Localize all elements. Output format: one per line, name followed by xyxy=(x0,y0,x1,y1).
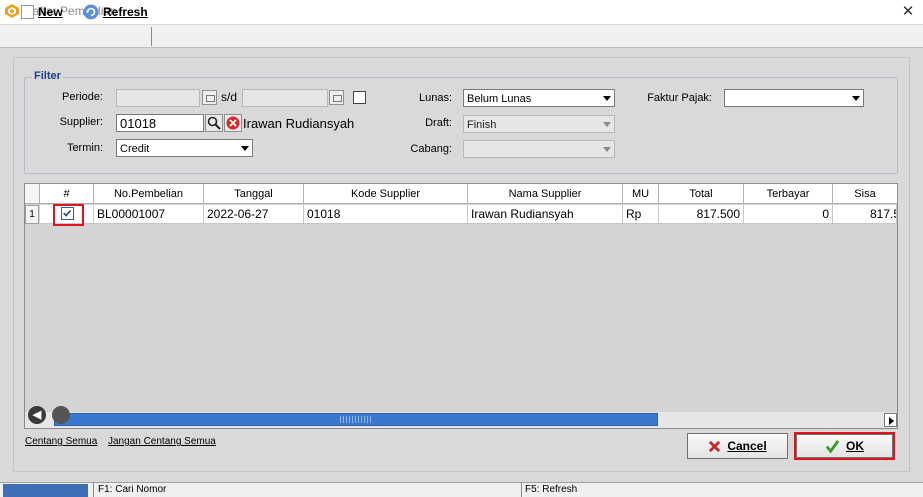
search-icon xyxy=(207,116,221,130)
termin-value: Credit xyxy=(120,143,150,155)
periode-separator: s/d xyxy=(221,90,238,104)
column-header-tanggal[interactable]: Tanggal xyxy=(204,184,304,204)
new-document-icon xyxy=(21,4,34,19)
lunas-label: Lunas: xyxy=(418,92,452,104)
nav-next-icon[interactable] xyxy=(52,406,70,424)
lunas-value: Belum Lunas xyxy=(467,93,532,105)
chevron-down-icon xyxy=(603,122,611,127)
row-indicator[interactable]: 1 xyxy=(25,205,39,224)
termin-select[interactable]: Credit xyxy=(116,139,253,157)
cell-mu[interactable]: Rp xyxy=(623,205,659,224)
cancel-button-label: Cancel xyxy=(727,439,767,453)
clear-icon xyxy=(226,116,240,130)
cancel-x-icon xyxy=(709,440,721,452)
termin-label: Termin: xyxy=(66,142,103,154)
toolbar-separator xyxy=(151,27,152,46)
cell-total[interactable]: 817.500 xyxy=(659,205,744,224)
column-header-terbayar[interactable]: Terbayar xyxy=(744,184,833,204)
nav-prev-icon[interactable]: ◀ xyxy=(28,406,46,424)
cell-nama-supplier[interactable]: Irawan Rudiansyah xyxy=(468,205,623,224)
periode-label: Periode: xyxy=(62,91,103,103)
cell-terbayar[interactable]: 0 xyxy=(744,205,833,224)
supplier-name: Irawan Rudiansyah xyxy=(243,116,355,131)
cabang-label: Cabang: xyxy=(410,143,452,155)
refresh-icon xyxy=(83,4,99,19)
cell-kode-supplier[interactable]: 01018 xyxy=(304,205,468,224)
status-f1: F1: Cari Nomor xyxy=(98,484,167,495)
supplier-clear-button[interactable] xyxy=(224,114,242,132)
toolbar xyxy=(0,25,923,48)
periode-checkbox[interactable] xyxy=(353,91,366,104)
column-header-mu[interactable]: MU xyxy=(623,184,659,204)
chevron-down-icon xyxy=(241,146,249,151)
refresh-button[interactable]: Refresh xyxy=(80,2,151,21)
column-header-sisa[interactable]: Sisa xyxy=(833,184,897,204)
lunas-select[interactable]: Belum Lunas xyxy=(463,89,615,107)
status-separator xyxy=(521,483,522,497)
refresh-button-label: Refresh xyxy=(103,4,148,19)
scroll-right-button[interactable] xyxy=(884,413,897,427)
periode-start-input[interactable] xyxy=(116,89,200,107)
column-header-no-pembelian[interactable]: No.Pembelian xyxy=(94,184,204,204)
ok-button-highlight xyxy=(794,432,895,460)
close-button[interactable]: ✕ xyxy=(895,1,921,23)
status-indicator xyxy=(3,484,88,497)
check-all-link[interactable]: Centang Semua xyxy=(25,436,97,447)
supplier-code-input[interactable]: 01018 xyxy=(116,114,204,132)
column-header-total[interactable]: Total xyxy=(659,184,744,204)
calendar-icon[interactable] xyxy=(202,90,217,105)
draft-value: Finish xyxy=(467,119,497,131)
app-logo-icon xyxy=(5,4,19,18)
new-button-label: New xyxy=(38,4,63,19)
column-header-kode-supplier[interactable]: Kode Supplier xyxy=(304,184,468,204)
faktur-pajak-label: Faktur Pajak: xyxy=(647,92,712,104)
grid-corner xyxy=(25,184,40,204)
new-button[interactable]: New xyxy=(18,2,66,21)
scrollbar-grip xyxy=(340,416,372,423)
calendar-icon[interactable] xyxy=(329,90,344,105)
cell-sisa[interactable]: 817.500 xyxy=(833,205,897,224)
chevron-down-icon xyxy=(603,147,611,152)
checkbox-highlight xyxy=(53,204,84,226)
status-f5: F5: Refresh xyxy=(525,484,578,495)
draft-select[interactable]: Finish xyxy=(463,115,615,133)
filter-legend: Filter xyxy=(32,70,63,82)
supplier-label: Supplier: xyxy=(59,116,103,128)
status-separator xyxy=(93,483,94,497)
supplier-search-button[interactable] xyxy=(205,114,223,132)
column-header-nama-supplier[interactable]: Nama Supplier xyxy=(468,184,623,204)
periode-end-input[interactable] xyxy=(242,89,328,107)
column-header-check[interactable]: # xyxy=(40,184,94,204)
cell-no-pembelian[interactable]: BL00001007 xyxy=(94,205,204,224)
faktur-pajak-select[interactable] xyxy=(724,89,864,107)
cancel-button[interactable]: Cancel xyxy=(687,433,788,459)
cell-tanggal[interactable]: 2022-06-27 xyxy=(204,205,304,224)
cabang-select[interactable] xyxy=(463,140,615,158)
chevron-down-icon xyxy=(852,96,860,101)
chevron-down-icon xyxy=(603,96,611,101)
uncheck-all-link[interactable]: Jangan Centang Semua xyxy=(108,436,216,447)
draft-label: Draft: xyxy=(425,117,452,129)
